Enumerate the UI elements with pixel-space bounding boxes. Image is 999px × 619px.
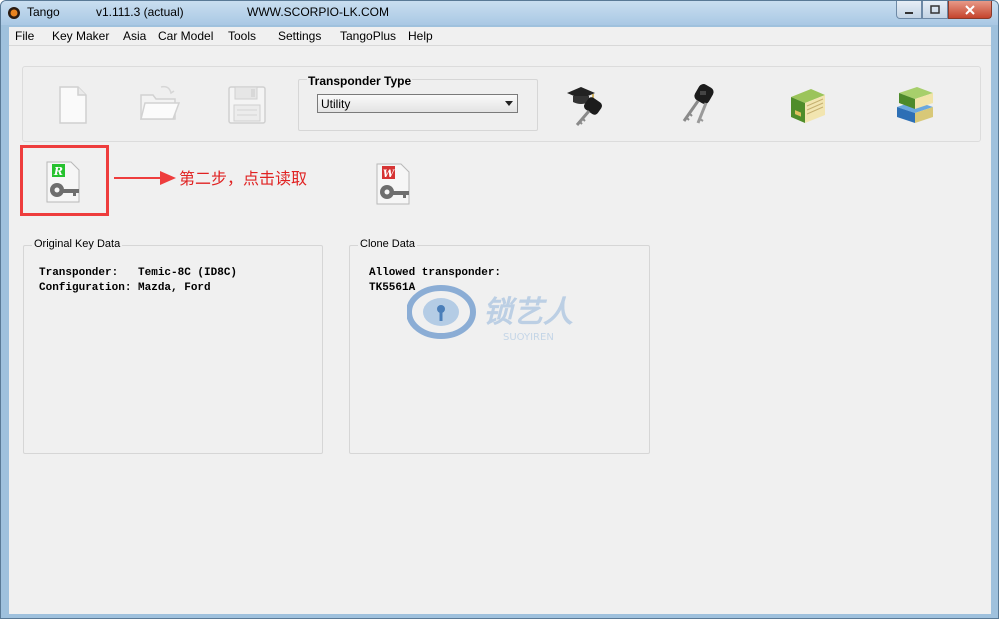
annotation-text: 第二步，点击读取 <box>179 169 308 188</box>
keys-icon[interactable] <box>674 81 722 129</box>
read-letter: R <box>53 165 63 178</box>
app-window: Tango v1.111.3 (actual) WWW.SCORPIO-LK.C… <box>0 0 999 619</box>
green-book-icon[interactable] <box>783 81 831 129</box>
app-version: v1.111.3 (actual) <box>96 5 184 19</box>
app-website: WWW.SCORPIO-LK.COM <box>247 5 389 19</box>
menu-tangoplus[interactable]: TangoPlus <box>340 29 396 43</box>
watermark-latin: SUOYIREN <box>503 332 554 343</box>
write-letter: W <box>383 169 396 180</box>
save-disk-icon[interactable] <box>223 81 271 129</box>
original-key-line-1: Transponder: Temic-8C (ID8C) <box>39 267 238 279</box>
clone-data-group: Clone Data Allowed transponder: TK5561A <box>349 238 650 454</box>
menu-bar: File Key Maker Asia Car Model Tools Sett… <box>9 27 991 45</box>
dropdown-arrow-icon <box>505 101 513 106</box>
menu-help[interactable]: Help <box>408 29 433 43</box>
app-logo-icon <box>8 7 20 19</box>
open-folder-icon[interactable] <box>135 81 183 129</box>
read-key-button[interactable]: R <box>43 158 83 206</box>
key-graduation-icon[interactable] <box>563 81 611 129</box>
main-panel: Transponder Type Utility R 第二步，点击读取 W Or… <box>9 45 991 614</box>
menu-tools[interactable]: Tools <box>228 29 256 43</box>
minimize-icon <box>905 11 913 14</box>
original-key-data-group: Original Key Data Transponder: Temic-8C … <box>23 238 323 454</box>
close-button[interactable] <box>948 1 992 19</box>
transponder-type-value: Utility <box>321 97 351 111</box>
maximize-button[interactable] <box>922 1 948 19</box>
title-bar[interactable]: Tango v1.111.3 (actual) WWW.SCORPIO-LK.C… <box>1 1 998 25</box>
suoyiren-watermark-logo: 锁艺人 SUOYIREN <box>407 285 573 343</box>
original-key-data-title: Original Key Data <box>32 238 123 250</box>
watermark-chinese: 锁艺人 <box>483 295 573 330</box>
new-file-icon[interactable] <box>48 81 96 129</box>
minimize-button[interactable] <box>896 1 922 19</box>
write-key-button[interactable]: W <box>373 160 413 208</box>
transponder-type-group: Transponder Type Utility <box>298 74 538 131</box>
annotation-arrow <box>114 171 176 185</box>
transponder-type-label: Transponder Type <box>307 74 413 88</box>
clone-line-1: Allowed transponder: <box>369 267 502 279</box>
toolbar: Transponder Type Utility <box>22 66 981 142</box>
app-title: Tango <box>27 5 60 19</box>
transponder-type-select[interactable]: Utility <box>317 94 518 113</box>
close-icon <box>965 4 975 15</box>
menu-car-model[interactable]: Car Model <box>158 29 213 43</box>
menu-settings[interactable]: Settings <box>278 29 321 43</box>
menu-key-maker[interactable]: Key Maker <box>52 29 109 43</box>
menu-file[interactable]: File <box>15 29 34 43</box>
maximize-icon <box>930 4 940 14</box>
menu-asia[interactable]: Asia <box>123 29 146 43</box>
clone-data-title: Clone Data <box>358 238 418 250</box>
original-key-line-2: Configuration: Mazda, Ford <box>39 282 211 294</box>
books-stack-icon[interactable] <box>891 81 939 129</box>
